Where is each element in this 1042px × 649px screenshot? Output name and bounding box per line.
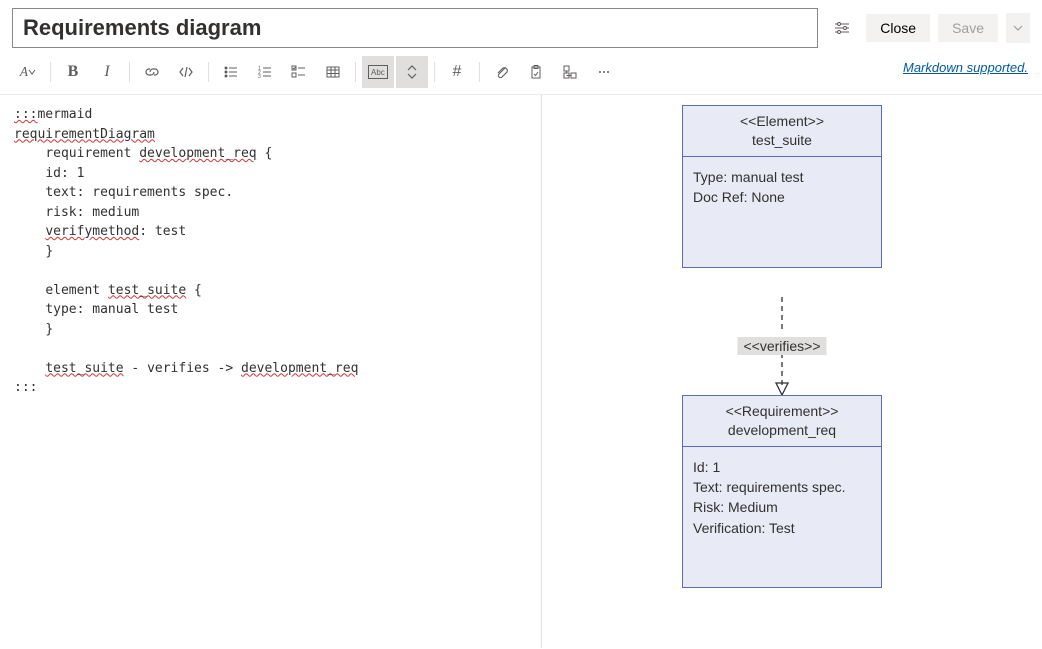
code-text: requirementDiagram (14, 127, 155, 142)
node-body: Id: 1 Text: requirements spec. Risk: Med… (683, 447, 881, 587)
edge-label: <<verifies>> (737, 337, 826, 355)
header-format-icon[interactable]: A (12, 56, 44, 88)
code-icon[interactable] (170, 56, 202, 88)
more-icon[interactable] (588, 56, 620, 88)
diagram-edge: <<verifies>> (682, 297, 882, 395)
table-icon[interactable] (317, 56, 349, 88)
close-button[interactable]: Close (866, 14, 930, 42)
separator (208, 62, 209, 82)
markdown-link[interactable]: Markdown supported. (903, 60, 1028, 75)
collapse-expand-icon[interactable] (396, 56, 428, 88)
svg-text:Abc: Abc (371, 68, 385, 77)
content: :::mermaid requirementDiagram requiremen… (0, 95, 1042, 648)
node-header: <<Element>> test_suite (683, 106, 881, 157)
code-text: ::: (14, 107, 37, 122)
preview-pane: <<Element>> test_suite Type: manual test… (542, 95, 1042, 648)
separator (434, 62, 435, 82)
bullet-list-icon[interactable] (215, 56, 247, 88)
separator (479, 62, 480, 82)
separator (355, 62, 356, 82)
diagram-requirement-node: <<Requirement>> development_req Id: 1 Te… (682, 395, 882, 588)
numbered-list-icon[interactable]: 123 (249, 56, 281, 88)
save-button[interactable]: Save (938, 14, 998, 42)
link-icon[interactable] (136, 56, 168, 88)
svg-text:3: 3 (258, 74, 261, 80)
workitem-icon[interactable] (554, 56, 586, 88)
separator (50, 62, 51, 82)
save-dropdown-icon[interactable] (1006, 13, 1030, 43)
checklist-icon[interactable] (283, 56, 315, 88)
toolbar: A B I 123 Abc # Markdown supported. (0, 54, 1042, 95)
attachment-icon[interactable] (486, 56, 518, 88)
clipboard-icon[interactable] (520, 56, 552, 88)
italic-icon[interactable]: I (91, 56, 123, 88)
node-header: <<Requirement>> development_req (683, 396, 881, 447)
settings-icon[interactable] (826, 12, 858, 44)
hash-icon[interactable]: # (441, 56, 473, 88)
title-input[interactable] (12, 8, 818, 48)
node-body: Type: manual test Doc Ref: None (683, 157, 881, 267)
editor-pane[interactable]: :::mermaid requirementDiagram requiremen… (0, 95, 542, 648)
header: Close Save (0, 0, 1042, 54)
separator (129, 62, 130, 82)
bold-icon[interactable]: B (57, 56, 89, 88)
diagram-element-node: <<Element>> test_suite Type: manual test… (682, 105, 882, 268)
abc-highlight-icon[interactable]: Abc (362, 56, 394, 88)
